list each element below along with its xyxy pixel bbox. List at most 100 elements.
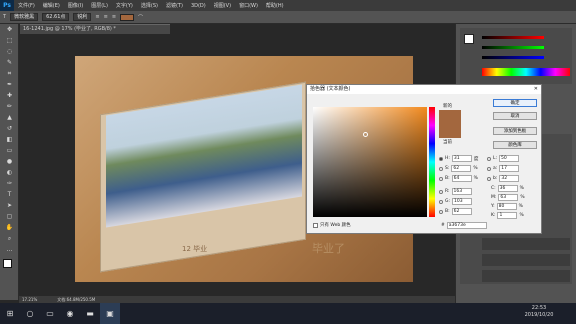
m-field[interactable]: 63 bbox=[498, 194, 519, 201]
hue-slider[interactable] bbox=[429, 107, 435, 217]
color-libraries-button[interactable]: 颜色库 bbox=[493, 141, 537, 149]
g-field[interactable]: 103 bbox=[452, 198, 473, 205]
move-tool-icon[interactable]: ✥ bbox=[0, 24, 19, 35]
font-family-select[interactable]: 微软雅黑 bbox=[10, 13, 39, 21]
g-radio[interactable] bbox=[439, 199, 443, 204]
gradient-tool-icon[interactable]: ▭ bbox=[0, 145, 19, 156]
menu-type[interactable]: 文字(Y) bbox=[112, 2, 137, 9]
lab-b-label: b: bbox=[493, 176, 498, 181]
menu-view[interactable]: 视图(V) bbox=[210, 2, 235, 9]
menu-edit[interactable]: 编辑(E) bbox=[39, 2, 64, 9]
color-field[interactable] bbox=[313, 107, 427, 217]
shape-tool-icon[interactable]: ▢ bbox=[0, 211, 19, 222]
menu-layer[interactable]: 图层(L) bbox=[87, 2, 112, 9]
ok-button[interactable]: 确定 bbox=[493, 99, 537, 107]
brush-tool-icon[interactable]: ✏ bbox=[0, 101, 19, 112]
windows-start-icon[interactable]: ⊞ bbox=[0, 303, 20, 324]
close-icon[interactable]: ✕ bbox=[534, 85, 541, 94]
pen-tool-icon[interactable]: ✑ bbox=[0, 178, 19, 189]
layer-row[interactable] bbox=[482, 238, 570, 250]
a-radio[interactable] bbox=[487, 166, 491, 171]
hand-tool-icon[interactable]: ✋ bbox=[0, 222, 19, 233]
lab-b-radio[interactable] bbox=[487, 176, 491, 181]
foreground-color-swatch[interactable] bbox=[3, 259, 12, 268]
menu-file[interactable]: 文件(F) bbox=[14, 2, 39, 9]
h-radio[interactable] bbox=[439, 156, 443, 161]
s-field[interactable]: 62 bbox=[451, 165, 472, 172]
browser-icon[interactable]: ◉ bbox=[60, 303, 80, 324]
b-field[interactable]: 64 bbox=[451, 175, 472, 182]
blur-tool-icon[interactable]: ● bbox=[0, 156, 19, 167]
align-right-icon[interactable]: ≡ bbox=[112, 14, 116, 20]
color-slider-b[interactable] bbox=[482, 56, 544, 59]
y-field[interactable]: 80 bbox=[496, 203, 517, 210]
k-field[interactable]: 1 bbox=[497, 212, 518, 219]
menu-filter[interactable]: 滤镜(T) bbox=[162, 2, 187, 9]
history-brush-icon[interactable]: ↺ bbox=[0, 123, 19, 134]
a-field[interactable]: 17 bbox=[499, 165, 520, 172]
photoshop-taskbar-icon[interactable]: ▣ bbox=[100, 303, 120, 324]
align-left-icon[interactable]: ≡ bbox=[95, 14, 99, 20]
task-view-icon[interactable]: ▭ bbox=[40, 303, 60, 324]
web-only-checkbox[interactable] bbox=[313, 222, 318, 228]
path-select-tool-icon[interactable]: ➤ bbox=[0, 200, 19, 211]
cancel-button[interactable]: 取消 bbox=[493, 112, 537, 120]
zoom-tool-icon[interactable]: ⌕ bbox=[0, 233, 19, 244]
l-field[interactable]: 50 bbox=[499, 155, 520, 162]
zoom-level[interactable]: 17.21% bbox=[22, 296, 37, 303]
l-radio[interactable] bbox=[487, 156, 491, 161]
type-tool-icon[interactable]: T bbox=[0, 189, 19, 200]
file-explorer-icon[interactable]: ▬ bbox=[80, 303, 100, 324]
dodge-tool-icon[interactable]: ◐ bbox=[0, 167, 19, 178]
menu-window[interactable]: 窗口(W) bbox=[235, 2, 262, 9]
a-label: a: bbox=[493, 166, 498, 171]
clock-time: 22:53 bbox=[531, 305, 547, 311]
current-color-swatch bbox=[439, 124, 461, 138]
layer-row[interactable] bbox=[482, 254, 570, 266]
b-radio[interactable] bbox=[439, 176, 443, 181]
add-to-swatches-button[interactable]: 添加到色板 bbox=[493, 127, 537, 135]
marquee-tool-icon[interactable]: ⬚ bbox=[0, 35, 19, 46]
menu-help[interactable]: 帮助(H) bbox=[262, 2, 288, 9]
more-tools-icon[interactable]: … bbox=[0, 244, 19, 255]
r-radio[interactable] bbox=[439, 189, 443, 194]
blue-field[interactable]: 62 bbox=[451, 208, 472, 215]
search-icon[interactable]: ○ bbox=[20, 303, 40, 324]
m-label: M: bbox=[491, 195, 497, 200]
text-tool-icon[interactable]: T bbox=[3, 14, 6, 20]
lasso-tool-icon[interactable]: ◌ bbox=[0, 46, 19, 57]
eyedropper-tool-icon[interactable]: ✒ bbox=[0, 79, 19, 90]
color-slider-g[interactable] bbox=[482, 46, 544, 49]
text-color-swatch[interactable] bbox=[120, 13, 135, 21]
menu-select[interactable]: 选择(S) bbox=[137, 2, 162, 9]
clock-date: 2019/10/20 bbox=[524, 312, 554, 318]
color-slider-r[interactable] bbox=[482, 36, 544, 39]
eraser-tool-icon[interactable]: ◧ bbox=[0, 134, 19, 145]
h-unit: 度 bbox=[473, 156, 479, 162]
antialias-select[interactable]: 锐利 bbox=[73, 13, 92, 21]
m-unit: % bbox=[520, 195, 525, 200]
c-label: C: bbox=[491, 186, 496, 191]
foreground-swatch[interactable] bbox=[464, 34, 474, 44]
color-spectrum-bar[interactable] bbox=[482, 68, 570, 76]
lab-b-field[interactable]: 32 bbox=[499, 175, 520, 182]
align-center-icon[interactable]: ≡ bbox=[104, 14, 108, 20]
s-radio[interactable] bbox=[439, 166, 443, 171]
layer-row[interactable] bbox=[482, 270, 570, 282]
r-field[interactable]: 163 bbox=[451, 188, 472, 195]
system-clock[interactable]: 22:53 2019/10/20 bbox=[522, 305, 556, 319]
stamp-tool-icon[interactable]: ▲ bbox=[0, 112, 19, 123]
h-field[interactable]: 31 bbox=[451, 155, 472, 162]
crop-tool-icon[interactable]: ⌗ bbox=[0, 68, 19, 79]
warp-text-icon[interactable]: ⌒ bbox=[138, 14, 143, 21]
menu-image[interactable]: 图像(I) bbox=[64, 2, 87, 9]
document-tab[interactable]: 16-1241.jpg @ 17% (毕业了, RGB/8) * bbox=[20, 24, 170, 34]
c-field[interactable]: 36 bbox=[497, 185, 518, 192]
blue-radio[interactable] bbox=[439, 209, 443, 214]
font-size-select[interactable]: 62.61点 bbox=[42, 13, 70, 21]
quick-select-tool-icon[interactable]: ✎ bbox=[0, 57, 19, 68]
healing-tool-icon[interactable]: ✚ bbox=[0, 90, 19, 101]
menu-3d[interactable]: 3D(D) bbox=[187, 3, 210, 9]
hex-field[interactable]: a3673e bbox=[446, 222, 487, 229]
s-unit: % bbox=[473, 166, 478, 171]
